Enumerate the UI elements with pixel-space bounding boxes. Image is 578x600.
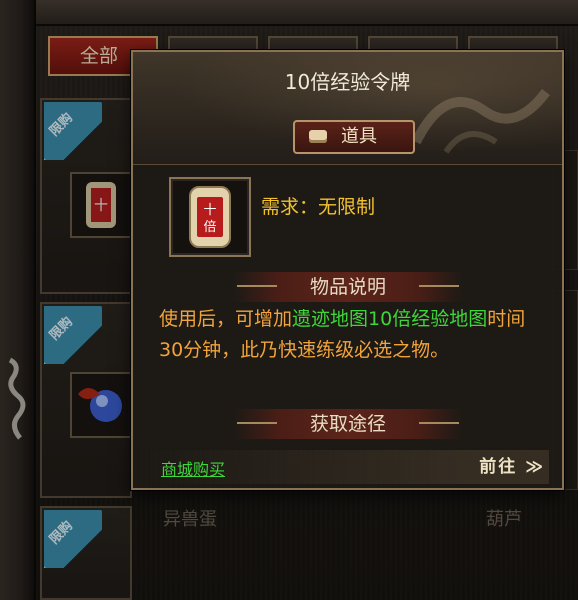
divider-ornament — [237, 422, 277, 424]
requirement-text: 需求：无限制 — [261, 196, 376, 218]
chest-icon — [309, 130, 327, 143]
item-icon-slot: 十 倍 — [169, 177, 251, 257]
section-header-description: 物品说明 — [233, 272, 463, 302]
source-row: 商城购买 前往 ≫ — [149, 450, 549, 484]
section-header-source: 获取途径 — [233, 409, 463, 439]
item-title: 10倍经验令牌 — [284, 70, 411, 94]
divider-ornament — [419, 422, 459, 424]
desc-part-highlight: 遗迹地图10倍经验地图 — [292, 308, 488, 330]
divider-ornament — [237, 285, 277, 287]
item-type-label: 道具 — [341, 126, 377, 147]
section-title: 物品说明 — [309, 276, 386, 298]
item-description: 使用后，可增加遗迹地图10倍经验地图时间30分钟，此乃快速练级必选之物。 — [159, 304, 549, 366]
svg-text:倍: 倍 — [203, 220, 216, 235]
desc-part: 使用后，可增加 — [159, 308, 293, 330]
item-tooltip: 10倍经验令牌 道具 十 倍 需求：无限制 物品说明 使用后，可增加遗迹地图10… — [131, 50, 564, 490]
shop-purchase-link[interactable]: 商城购买 — [161, 456, 225, 480]
goto-button[interactable]: 前往 ≫ — [479, 452, 545, 477]
svg-text:十: 十 — [203, 203, 216, 218]
divider-ornament — [419, 285, 459, 287]
section-title: 获取途径 — [309, 413, 386, 435]
item-type-badge: 道具 — [293, 120, 415, 154]
ten-times-token-icon: 十 倍 — [189, 186, 231, 248]
tooltip-header: 10倍经验令牌 道具 — [133, 52, 562, 165]
